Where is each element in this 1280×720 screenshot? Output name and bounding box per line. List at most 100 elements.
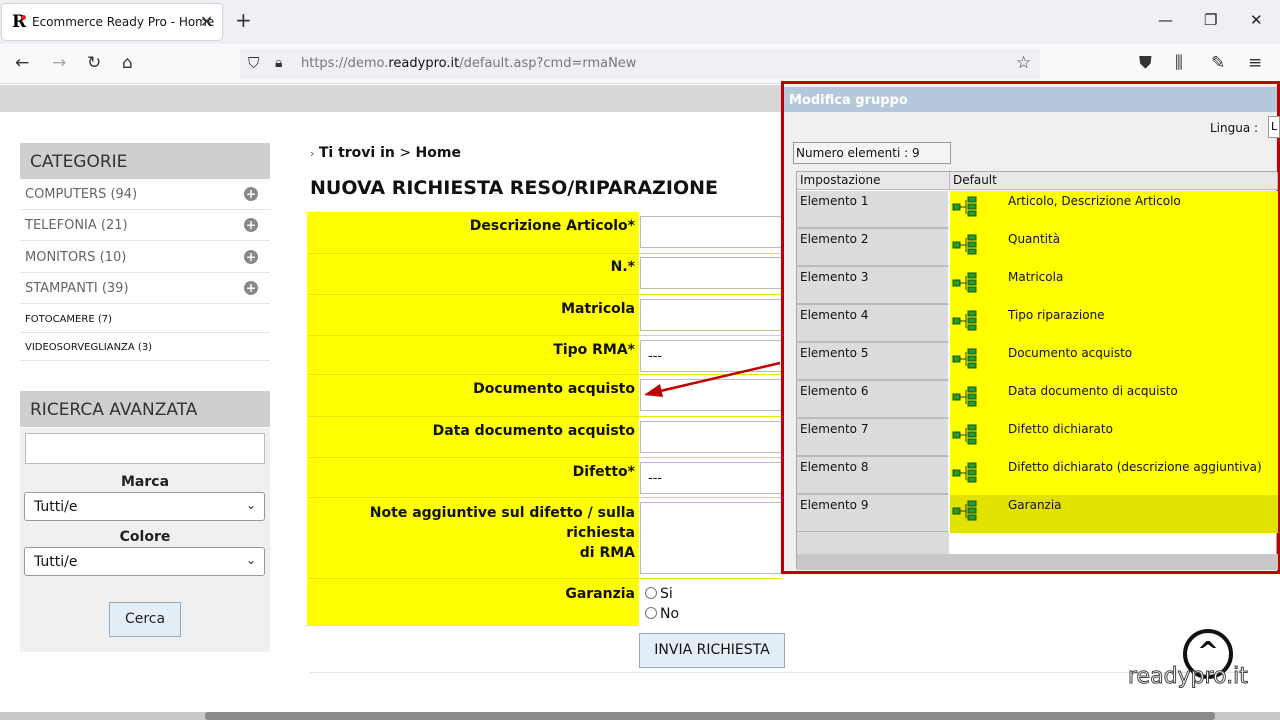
back-arrow-icon[interactable]: ← bbox=[15, 54, 29, 72]
chevron-down-icon: ⌄ bbox=[245, 553, 256, 567]
caret-up-icon: ^ bbox=[1197, 637, 1219, 667]
brand-select[interactable]: Tutti/e ⌄ bbox=[24, 492, 265, 521]
grid-row-name[interactable]: Elemento 7 bbox=[797, 419, 949, 457]
grid-row-name[interactable]: Elemento 3 bbox=[797, 267, 949, 305]
lingua-select[interactable]: L bbox=[1268, 116, 1280, 138]
tree-group-icon bbox=[952, 462, 977, 483]
chevron-right-icon: › bbox=[310, 147, 315, 160]
menu-hamburger-icon[interactable]: ≡ bbox=[1248, 54, 1262, 72]
browser-tab-active[interactable]: R Ecommerce Ready Pro - Home ✕ bbox=[2, 4, 222, 40]
categories-heading: CATEGORIE bbox=[20, 143, 270, 179]
chevron-down-icon: ⌄ bbox=[245, 498, 256, 512]
breadcrumb-home-link[interactable]: Home bbox=[416, 145, 461, 161]
color-select[interactable]: Tutti/e ⌄ bbox=[24, 547, 265, 576]
library-icon[interactable]: ⫼ bbox=[1175, 54, 1183, 72]
grid-horizontal-scrollbar[interactable] bbox=[797, 554, 1278, 570]
expand-plus-icon[interactable]: + bbox=[244, 187, 258, 201]
forward-arrow-icon[interactable]: → bbox=[52, 54, 66, 72]
expand-plus-icon[interactable]: + bbox=[244, 250, 258, 264]
category-telefonia[interactable]: TELEFONIA (21) + bbox=[20, 210, 270, 241]
grid-row-name[interactable]: Elemento 5 bbox=[797, 343, 949, 381]
bookmark-star-icon[interactable]: ☆ bbox=[1016, 54, 1031, 72]
grid-row-value[interactable]: Tipo riparazione bbox=[950, 305, 1278, 343]
grid-row-value[interactable]: Documento acquisto bbox=[950, 343, 1278, 381]
grid-row-value[interactable]: Garanzia bbox=[950, 495, 1278, 533]
note-label: Note aggiuntive sul difetto / sulla rich… bbox=[369, 505, 635, 561]
tree-group-icon bbox=[952, 386, 977, 407]
restore-icon[interactable]: ❐ bbox=[1204, 12, 1217, 28]
descrizione-label: Descrizione Articolo* bbox=[469, 218, 635, 234]
numero-label: N.* bbox=[610, 259, 635, 275]
tab-close-icon[interactable]: ✕ bbox=[200, 12, 213, 31]
annotation-arrow-head bbox=[644, 384, 663, 397]
expand-plus-icon[interactable]: + bbox=[244, 218, 258, 232]
grid-row-value[interactable]: Matricola bbox=[950, 267, 1278, 305]
breadcrumb: › Ti trovi in > Home bbox=[310, 145, 461, 161]
advanced-search-heading: RICERCA AVANZATA bbox=[20, 391, 270, 427]
documento-label: Documento acquisto bbox=[473, 381, 635, 397]
grid-row-name[interactable]: Elemento 1 bbox=[797, 191, 949, 229]
shield-icon[interactable]: ⛉ bbox=[248, 54, 259, 72]
search-input[interactable] bbox=[25, 433, 265, 464]
element-count: Numero elementi : 9 bbox=[793, 142, 951, 164]
grid-row-name[interactable]: Elemento 6 bbox=[797, 381, 949, 419]
matricola-input[interactable] bbox=[640, 299, 782, 331]
column-header-setting[interactable]: Impostazione bbox=[797, 172, 950, 190]
annotation-arrow bbox=[644, 361, 781, 397]
reload-icon[interactable]: ↻ bbox=[87, 54, 101, 72]
grid-row-value[interactable]: Quantità bbox=[950, 229, 1278, 267]
search-button[interactable]: Cerca bbox=[109, 602, 181, 637]
category-videosorveglianza[interactable]: VIDEOSORVEGLIANZA (3) bbox=[20, 333, 270, 361]
tree-group-icon bbox=[952, 348, 977, 369]
url-bar[interactable]: ⛉ 🔒︎ https://demo.readypro.it/default.as… bbox=[240, 49, 1040, 79]
page-title: NUOVA RICHIESTA RESO/RIPARAZIONE bbox=[310, 177, 718, 199]
category-monitors[interactable]: MONITORS (10) + bbox=[20, 242, 270, 273]
new-tab-icon[interactable]: + bbox=[235, 10, 252, 30]
garanzia-label: Garanzia bbox=[565, 586, 635, 602]
brand-label: Marca bbox=[120, 474, 170, 490]
grid-row-name[interactable]: Elemento 4 bbox=[797, 305, 949, 343]
lingua-label: Lingua : bbox=[1210, 121, 1259, 135]
elements-grid: Impostazione Default Elemento 1 Articolo,… bbox=[796, 171, 1278, 570]
modifica-gruppo-panel: Modifica gruppo Lingua : L Numero elemen… bbox=[781, 81, 1280, 574]
favicon-accent-dot bbox=[21, 15, 26, 20]
category-stampanti[interactable]: STAMPANTI (39) + bbox=[20, 273, 270, 304]
grid-row-value[interactable]: Data documento di acquisto bbox=[950, 381, 1278, 419]
tipo-rma-label: Tipo RMA* bbox=[553, 342, 635, 358]
advanced-search-panel: Marca Tutti/e ⌄ Colore Tutti/e ⌄ Cerca bbox=[20, 428, 270, 652]
submit-request-button[interactable]: INVIA RICHIESTA bbox=[639, 633, 785, 668]
note-textarea[interactable] bbox=[640, 502, 782, 574]
numero-input[interactable] bbox=[640, 257, 782, 289]
readypro-logo-text: readypro.it bbox=[1128, 664, 1249, 690]
grid-row-name[interactable]: Elemento 2 bbox=[797, 229, 949, 267]
tree-group-icon bbox=[952, 234, 977, 255]
grid-row-value[interactable]: Articolo, Descrizione Articolo bbox=[950, 191, 1278, 229]
difetto-select[interactable]: --- bbox=[640, 462, 782, 494]
garanzia-si-radio[interactable]: Si bbox=[645, 586, 673, 602]
url-text: https://demo.readypro.it/default.asp?cmd… bbox=[301, 56, 637, 71]
pocket-icon[interactable]: ⛊ bbox=[1139, 54, 1152, 72]
column-header-default[interactable]: Default bbox=[950, 172, 1278, 190]
garanzia-no-radio[interactable]: No bbox=[645, 606, 679, 622]
expand-plus-icon[interactable]: + bbox=[244, 281, 258, 295]
browser-tab-bar: R Ecommerce Ready Pro - Home ✕ + — ❐ ✕ bbox=[0, 0, 1280, 44]
page-scrollbar-thumb[interactable] bbox=[205, 712, 1215, 720]
lock-icon[interactable]: 🔒︎ bbox=[275, 54, 282, 72]
grid-row-value[interactable]: Difetto dichiarato bbox=[950, 419, 1278, 457]
color-label: Colore bbox=[119, 529, 171, 545]
data-documento-label: Data documento acquisto bbox=[432, 423, 635, 439]
window-close-icon[interactable]: ✕ bbox=[1250, 12, 1263, 28]
extension-icon[interactable]: ✎ bbox=[1211, 54, 1225, 72]
grid-row-name[interactable]: Elemento 8 bbox=[797, 457, 949, 495]
minimize-icon[interactable]: — bbox=[1158, 12, 1173, 28]
category-fotocamere[interactable]: FOTOCAMERE (7) bbox=[20, 305, 270, 333]
grid-row-value[interactable]: Difetto dichiarato (descrizione aggiunti… bbox=[950, 457, 1278, 495]
tree-group-icon bbox=[952, 424, 977, 445]
category-computers[interactable]: COMPUTERS (94) + bbox=[20, 179, 270, 210]
difetto-label: Difetto* bbox=[572, 464, 635, 480]
descrizione-input[interactable] bbox=[640, 216, 782, 248]
home-icon[interactable]: ⌂ bbox=[122, 54, 133, 72]
grid-row-name[interactable]: Elemento 9 bbox=[797, 495, 949, 533]
data-documento-input[interactable] bbox=[640, 421, 782, 453]
matricola-label: Matricola bbox=[561, 301, 635, 317]
